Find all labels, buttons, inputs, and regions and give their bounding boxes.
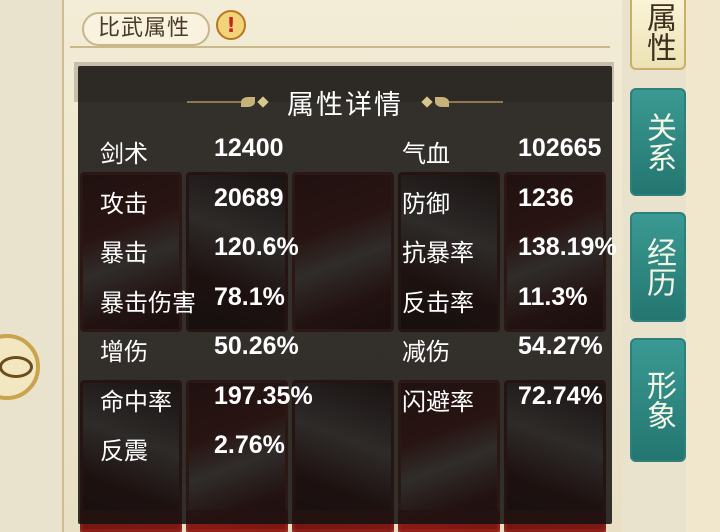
title-ornament-right-icon: [419, 96, 503, 108]
tab-label: 关系: [641, 112, 676, 172]
stat-row: 增伤 50.26% 减伤 54.27%: [78, 322, 612, 372]
stat-name: 剑术: [100, 140, 148, 168]
stat-name: 反震: [100, 437, 148, 465]
tab-experience[interactable]: 经历: [630, 212, 686, 322]
stat-name: 闪避率: [402, 387, 474, 416]
stat-value: 72.74%: [518, 381, 603, 410]
chat-bubble-icon: [0, 356, 33, 378]
stat-value: 20689: [214, 183, 284, 212]
stat-row: 剑术 12400 气血 102665: [78, 124, 612, 174]
title-ornament-left-icon: [187, 96, 271, 108]
stat-value: 102665: [518, 134, 602, 162]
stat-name: 气血: [402, 140, 450, 168]
stat-list: 剑术 12400 气血 102665 攻击 20689 防御 1236 暴击 1…: [78, 124, 617, 471]
stat-name: 反击率: [402, 288, 474, 317]
right-edge: [686, 0, 720, 532]
stat-value: 12400: [214, 134, 284, 162]
stat-name: 抗暴率: [402, 239, 474, 267]
stat-value: 138.19%: [518, 233, 617, 261]
popup-title-bar: 属性详情: [78, 80, 612, 124]
stat-name: 减伤: [402, 338, 450, 366]
chat-bubble-button[interactable]: [0, 334, 40, 400]
tab-relations[interactable]: 关系: [630, 88, 686, 196]
stat-name: 暴击伤害: [100, 288, 196, 317]
stat-name: 暴击: [100, 239, 148, 267]
stat-value: 11.3%: [518, 282, 588, 311]
tab-appearance[interactable]: 形象: [630, 338, 686, 462]
panel-title: 比武属性: [82, 12, 211, 46]
stat-value: 197.35%: [214, 381, 313, 410]
stat-row: 反震 2.76%: [78, 421, 612, 471]
stat-value: 54.27%: [518, 332, 603, 360]
stat-row: 暴击 120.6% 抗暴率 138.19%: [78, 223, 617, 273]
stat-value: 2.76%: [214, 431, 285, 459]
stat-value: 1236: [518, 183, 574, 212]
info-warning-icon[interactable]: !: [216, 10, 246, 40]
stat-name: 增伤: [100, 338, 148, 366]
stat-row: 暴击伤害 78.1% 反击率 11.3%: [78, 273, 612, 323]
stat-name: 防御: [402, 189, 450, 218]
stat-row: 攻击 20689 防御 1236: [78, 174, 612, 224]
popup-title: 属性详情: [287, 89, 403, 121]
stat-value: 78.1%: [214, 282, 285, 311]
stat-name: 攻击: [100, 189, 148, 218]
stat-name: 命中率: [100, 387, 172, 416]
panel-header: 比武属性: [70, 8, 610, 48]
tab-label: 形象: [641, 370, 676, 430]
tab-label: 属性: [641, 2, 676, 62]
stat-row: 命中率 197.35% 闪避率 72.74%: [78, 372, 612, 422]
tab-label: 经历: [641, 237, 676, 297]
stat-value: 50.26%: [214, 332, 299, 360]
tab-attributes[interactable]: 属性: [630, 0, 686, 70]
stat-value: 120.6%: [214, 233, 299, 261]
